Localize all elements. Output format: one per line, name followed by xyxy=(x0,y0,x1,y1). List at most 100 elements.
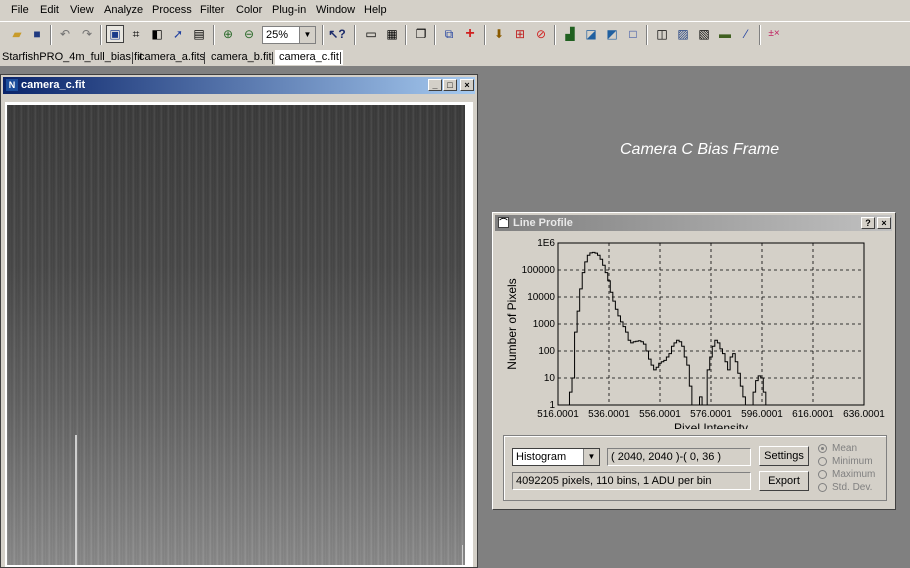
close-icon[interactable]: × xyxy=(460,79,474,91)
image-window[interactable]: N camera_c.fit _ □ × xyxy=(0,74,478,568)
line-profile-icon: ⌒ xyxy=(498,217,509,228)
help-pointer-icon[interactable]: ↖? xyxy=(328,25,346,43)
brush-icon[interactable]: ⬇ xyxy=(490,25,508,43)
tab-camera-a[interactable]: camera_a.fits xyxy=(139,51,205,63)
stack-icon[interactable]: ▦ xyxy=(383,25,401,43)
toolbar-separator xyxy=(50,25,52,45)
dialog-titlebar[interactable]: ⌒ Line Profile ? × xyxy=(495,215,892,231)
save-icon[interactable]: ■ xyxy=(28,25,46,43)
image-window-title: camera_c.fit xyxy=(21,79,86,91)
frame-caption: Camera C Bias Frame xyxy=(620,141,780,158)
stats-value: 4092205 pixels, 110 bins, 1 ADU per bin xyxy=(516,475,712,487)
no-entry-icon[interactable]: ⊘ xyxy=(532,25,550,43)
menu-window[interactable]: Window xyxy=(316,4,355,16)
y-axis-label: Number of Pixels xyxy=(505,278,519,369)
line-profile-icon[interactable]: ▭ xyxy=(362,25,380,43)
y-tick-label: 10000 xyxy=(527,292,555,303)
mode-value: Histogram xyxy=(516,451,567,463)
export-button[interactable]: Export xyxy=(759,471,809,491)
settings-button[interactable]: Settings xyxy=(759,446,809,466)
maximize-icon[interactable]: □ xyxy=(443,79,457,91)
menu-edit[interactable]: Edit xyxy=(40,4,59,16)
x-axis-label: Pixel Intensity xyxy=(674,421,748,429)
mode-select[interactable]: Histogram ▼ xyxy=(512,448,600,466)
radio-dot xyxy=(818,444,827,453)
align-icon[interactable]: ◩ xyxy=(603,25,621,43)
toolbar-separator xyxy=(322,25,324,45)
flip-icon[interactable]: ◧ xyxy=(148,25,166,43)
stats-readout: 4092205 pixels, 110 bins, 1 ADU per bin xyxy=(512,472,751,490)
dialog-title: Line Profile xyxy=(513,217,573,229)
menu-plug-in[interactable]: Plug-in xyxy=(272,4,306,16)
radio-label: Minimum xyxy=(832,456,873,467)
x-tick-label: 596.0001 xyxy=(741,409,783,420)
tab-camera-b[interactable]: camera_b.fit xyxy=(211,51,272,63)
bias-frame-image xyxy=(7,105,465,565)
open-folder-icon[interactable]: ▰ xyxy=(8,25,26,43)
radio-label: Std. Dev. xyxy=(832,482,873,493)
menu-color[interactable]: Color xyxy=(236,4,262,16)
info-icon[interactable]: ▤ xyxy=(190,25,208,43)
chevron-down-icon[interactable]: ▼ xyxy=(583,449,599,465)
copy-icon[interactable]: ❐ xyxy=(412,25,430,43)
crop-icon[interactable]: ⌗ xyxy=(127,25,145,43)
help-icon[interactable]: ? xyxy=(861,217,875,229)
radio-label: Maximum xyxy=(832,469,876,480)
controls-group xyxy=(503,435,887,501)
math-icon[interactable]: ±× xyxy=(765,25,783,43)
tab-separator xyxy=(340,52,341,64)
ruler-icon[interactable]: ▬ xyxy=(716,25,734,43)
pointer-icon[interactable]: ➚ xyxy=(169,25,187,43)
toolbar-separator xyxy=(434,25,436,45)
minimize-icon[interactable]: _ xyxy=(428,79,442,91)
x-tick-label: 556.0001 xyxy=(639,409,681,420)
chevron-down-icon[interactable]: ▼ xyxy=(299,27,315,43)
redo-icon[interactable]: ↷ xyxy=(78,25,96,43)
histogram-icon[interactable]: ▟ xyxy=(561,25,579,43)
toolbar-separator xyxy=(100,25,102,45)
radio-dot xyxy=(818,470,827,479)
radio-dot xyxy=(818,483,827,492)
menu-filter[interactable]: Filter xyxy=(200,4,224,16)
menu-analyze[interactable]: Analyze xyxy=(104,4,143,16)
toolbar-separator xyxy=(646,25,648,45)
menu-view[interactable]: View xyxy=(70,4,94,16)
tab-starfish[interactable]: StarfishPRO_4m_full_bias.fit xyxy=(2,51,143,63)
menu-file[interactable]: File xyxy=(11,4,29,16)
tab-camera-c[interactable]: camera_c.fit xyxy=(275,50,343,65)
layers-icon[interactable]: ◪ xyxy=(582,25,600,43)
y-tick-label: 100000 xyxy=(522,265,556,276)
panel-icon[interactable]: ◫ xyxy=(653,25,671,43)
menu-process[interactable]: Process xyxy=(152,4,192,16)
close-icon[interactable]: × xyxy=(877,217,891,229)
undo-icon[interactable]: ↶ xyxy=(56,25,74,43)
duplicate-icon[interactable]: ⧉ xyxy=(440,25,458,43)
zoom-out-icon[interactable]: ⊖ xyxy=(240,25,258,43)
zoom-in-icon[interactable]: ⊕ xyxy=(219,25,237,43)
menu-help[interactable]: Help xyxy=(364,4,387,16)
y-tick-label: 1000 xyxy=(533,319,556,330)
x-tick-label: 536.0001 xyxy=(588,409,630,420)
line-profile-dialog[interactable]: ⌒ Line Profile ? × 516.0001 536.0001 556.0… xyxy=(492,212,896,510)
square-icon[interactable]: □ xyxy=(624,25,642,43)
coords-value: ( 2040, 2040 )-( 0, 36 ) xyxy=(611,451,722,463)
y-tick-label: 1E6 xyxy=(537,238,555,249)
y-tick-label: 100 xyxy=(538,346,555,357)
coords-readout: ( 2040, 2040 )-( 0, 36 ) xyxy=(607,448,751,466)
compare-icon[interactable]: ▧ xyxy=(695,25,713,43)
curve-icon[interactable]: ⁄ xyxy=(737,25,755,43)
image-window-titlebar[interactable]: N camera_c.fit _ □ × xyxy=(3,77,475,94)
toolbar: ▰ ■ ↶ ↷ ▣ ⌗ ◧ ➚ ▤ ⊕ ⊖ 25% ▼ ↖? ▭ ▦ ❐ ⧉ +… xyxy=(0,21,910,50)
image-artifact-line xyxy=(75,435,77,565)
radio-dot xyxy=(818,457,827,466)
image-canvas[interactable] xyxy=(5,102,473,567)
zoom-select[interactable]: 25% ▼ xyxy=(262,26,316,44)
picture-icon[interactable]: ▨ xyxy=(674,25,692,43)
tab-separator xyxy=(272,52,273,64)
radio-label: Mean xyxy=(832,443,858,454)
target-icon[interactable]: ⊞ xyxy=(511,25,529,43)
toolbar-separator xyxy=(484,25,486,45)
image-view-icon[interactable]: ▣ xyxy=(106,25,124,43)
crosshair-icon[interactable]: + xyxy=(461,25,479,43)
document-tabs: StarfishPRO_4m_full_bias.fit camera_a.fi… xyxy=(0,49,910,67)
